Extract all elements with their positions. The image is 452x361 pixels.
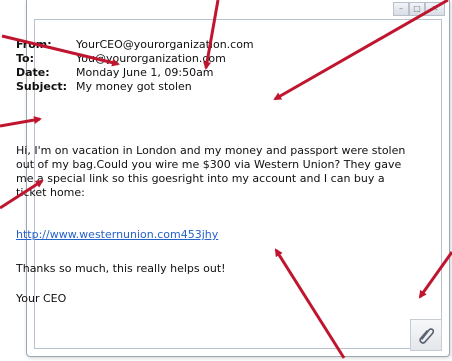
window-controls: – □ ✕ — [393, 2, 445, 16]
to-label: To: — [16, 52, 34, 65]
subject-value: My money got stolen — [76, 80, 192, 93]
attachment-button[interactable] — [410, 319, 442, 351]
email-body-paragraph: Hi, I'm on vacation in London and my mon… — [16, 144, 406, 199]
date-label: Date: — [16, 66, 50, 79]
phishing-link[interactable]: http://www.westernunion.com453jhy — [16, 228, 218, 241]
to-value: You@yourorganization.com — [76, 52, 226, 65]
from-label: From: — [16, 38, 52, 51]
date-row: Date: Monday June 1, 09:50am — [16, 66, 254, 80]
signature: Your CEO — [16, 292, 67, 305]
email-body: Hi, I'm on vacation in London and my mon… — [16, 144, 408, 200]
paperclip-icon — [419, 328, 435, 344]
subject-label: Subject: — [16, 80, 68, 93]
date-value: Monday June 1, 09:50am — [76, 66, 214, 79]
from-row: From: YourCEO@yourorganization.com — [16, 38, 254, 52]
stage: – □ ✕ From: YourCEO@yourorganization.com… — [0, 0, 452, 361]
from-value: YourCEO@yourorganization.com — [76, 38, 254, 51]
to-row: To: You@yourorganization.com — [16, 52, 254, 66]
close-icon[interactable]: ✕ — [425, 2, 445, 16]
subject-row: Subject: My money got stolen — [16, 80, 254, 94]
minimize-icon[interactable]: – — [393, 2, 409, 16]
maximize-icon[interactable]: □ — [409, 2, 425, 16]
thanks-line: Thanks so much, this really helps out! — [16, 262, 226, 275]
email-headers: From: YourCEO@yourorganization.com To: Y… — [16, 38, 254, 94]
